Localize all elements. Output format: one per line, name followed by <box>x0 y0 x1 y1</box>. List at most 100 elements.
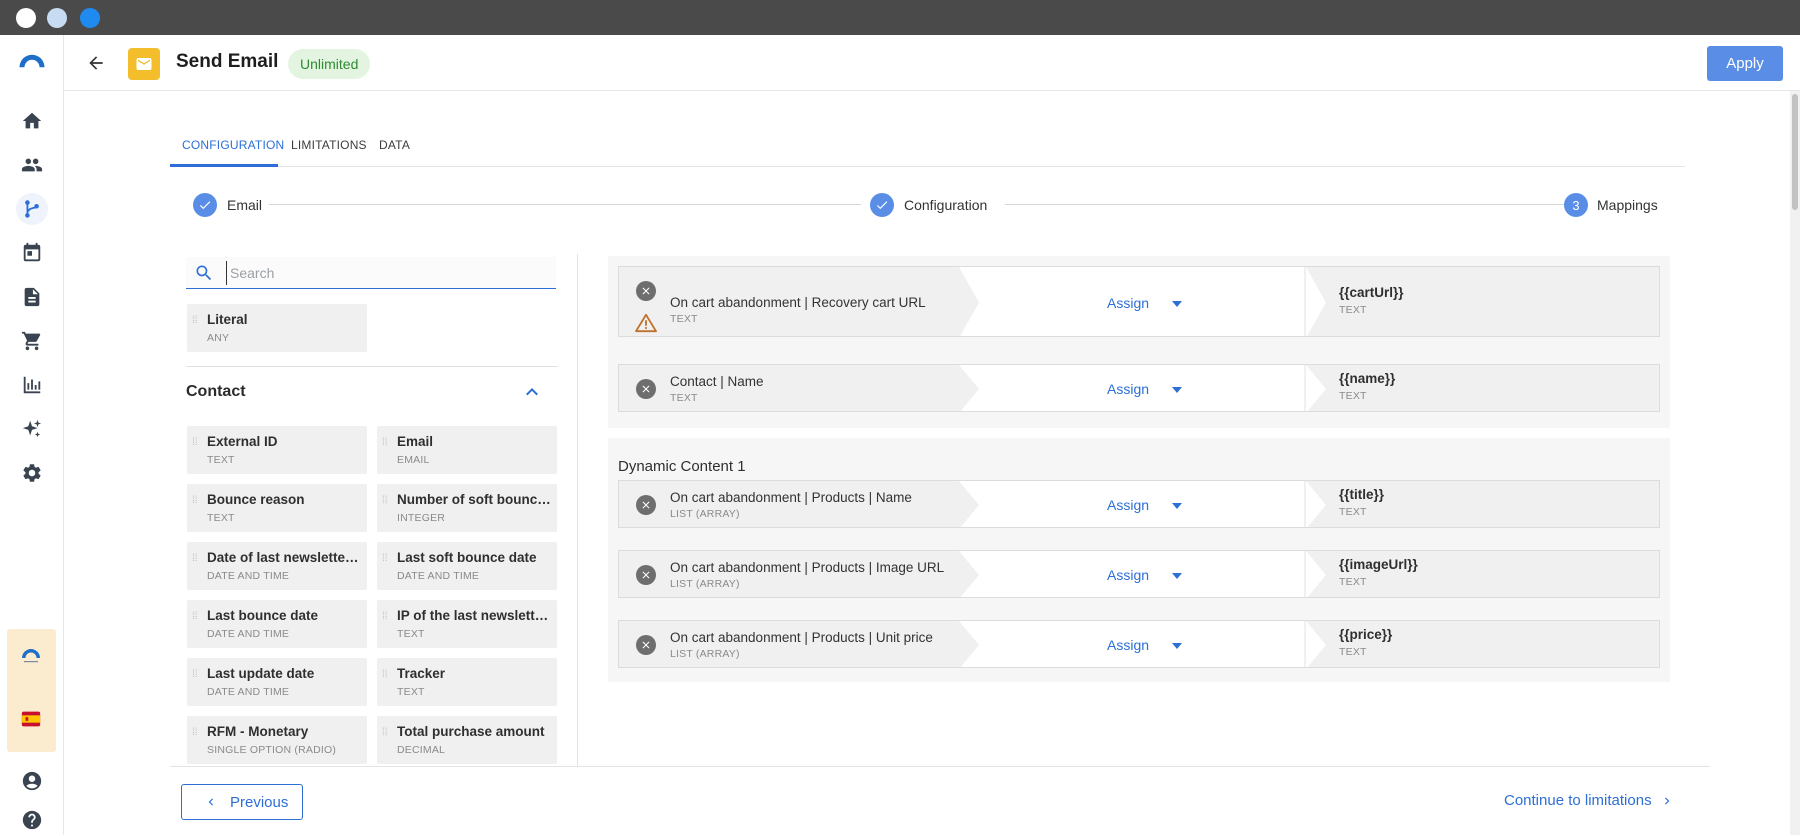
home-icon[interactable] <box>16 105 48 137</box>
drag-handle-icon[interactable]: ⁞⁞ <box>192 438 200 460</box>
contacts-icon[interactable] <box>16 149 48 181</box>
drag-handle-icon[interactable]: ⁞⁞ <box>192 554 200 576</box>
field-type: DECIMAL <box>397 744 446 756</box>
mapping-target-variable: {{title}} <box>1339 487 1385 502</box>
email-envelope-icon <box>128 48 160 80</box>
chevron-up-icon[interactable] <box>520 380 544 404</box>
drag-handle-icon[interactable]: ⁞⁞ <box>192 496 200 518</box>
field-tile[interactable]: ⁞⁞ Email EMAIL <box>377 426 557 474</box>
search-icon <box>196 265 212 281</box>
step-email-check-icon <box>193 193 217 217</box>
profile-icon[interactable] <box>16 765 48 797</box>
field-palette: ⁞⁞ Literal ANY Contact ⁞⁞ External ID TEXT… <box>170 254 578 766</box>
field-tile-literal[interactable]: ⁞⁞ Literal ANY <box>187 304 367 352</box>
field-type: TEXT <box>397 628 425 640</box>
mapping-target-type: TEXT <box>1339 303 1367 316</box>
mapping-source-type: LIST (ARRAY) <box>670 508 740 520</box>
field-tile[interactable]: ⁞⁞ Bounce reason TEXT <box>187 484 367 532</box>
drag-handle-icon[interactable]: ⁞⁞ <box>382 438 390 460</box>
search-field <box>186 257 556 289</box>
field-tile[interactable]: ⁞⁞ Last bounce date DATE AND TIME <box>187 600 367 648</box>
field-tile[interactable]: ⁞⁞ IP of the last newslette… TEXT <box>377 600 557 648</box>
back-arrow-icon[interactable] <box>84 51 108 75</box>
tab-limitations[interactable]: LIMITATIONS <box>291 125 367 167</box>
logo-icon[interactable] <box>16 45 48 77</box>
mapping-source-type: LIST (ARRAY) <box>670 578 740 590</box>
caret-down-icon[interactable] <box>1172 643 1182 649</box>
scrollbar-thumb[interactable] <box>1792 94 1798 210</box>
drag-handle-icon[interactable]: ⁞⁞ <box>192 728 200 750</box>
account-icon[interactable] <box>15 639 47 671</box>
window-minimize-dot[interactable] <box>47 8 67 28</box>
field-name: Last bounce date <box>207 608 319 623</box>
remove-mapping-icon[interactable] <box>636 495 656 515</box>
tab-data[interactable]: DATA <box>379 125 419 167</box>
drag-handle-icon[interactable]: ⁞⁞ <box>382 554 390 576</box>
chevron-divider-icon <box>959 621 979 667</box>
mapping-target-type: TEXT <box>1339 576 1367 588</box>
field-type: EMAIL <box>397 454 430 466</box>
chevron-divider-icon <box>959 365 979 411</box>
continue-to-limitations-link[interactable]: Continue to limitations <box>1504 792 1652 809</box>
drag-handle-icon[interactable]: ⁞⁞ <box>192 612 200 634</box>
field-type: TEXT <box>207 512 235 524</box>
caret-down-icon[interactable] <box>1172 300 1182 307</box>
field-type: DATE AND TIME <box>397 570 480 582</box>
field-tile[interactable]: ⁞⁞ RFM - Monetary SINGLE OPTION (RADIO) <box>187 716 367 764</box>
field-name: Tracker <box>397 666 446 681</box>
field-tile[interactable]: ⁞⁞ Last soft bounce date DATE AND TIME <box>377 542 557 590</box>
caret-down-icon[interactable] <box>1172 503 1182 509</box>
assign-action[interactable]: Assign <box>1107 637 1149 653</box>
gear-icon[interactable] <box>16 457 48 489</box>
drag-handle-icon[interactable]: ⁞⁞ <box>382 496 390 518</box>
chevron-divider-icon <box>959 481 979 527</box>
field-tile[interactable]: ⁞⁞ External ID TEXT <box>187 426 367 474</box>
assign-action[interactable]: Assign <box>1107 295 1149 311</box>
field-tile[interactable]: ⁞⁞ Number of soft bounces INTEGER <box>377 484 557 532</box>
mappings-panel: On cart abandonment | Recovery cart URL T… <box>608 256 1670 686</box>
field-tile[interactable]: ⁞⁞ Last update date DATE AND TIME <box>187 658 367 706</box>
window-maximize-dot[interactable] <box>80 8 100 28</box>
chart-icon[interactable] <box>16 369 48 401</box>
assign-action[interactable]: Assign <box>1107 381 1149 397</box>
drag-handle-icon[interactable]: ⁞⁞ <box>382 612 390 634</box>
previous-label: Previous <box>230 794 289 811</box>
remove-mapping-icon[interactable] <box>636 379 656 399</box>
remove-mapping-icon[interactable] <box>636 281 656 301</box>
field-tile[interactable]: ⁞⁞ Tracker TEXT <box>377 658 557 706</box>
remove-mapping-icon[interactable] <box>636 565 656 585</box>
document-icon[interactable] <box>16 281 48 313</box>
mapping-target-type: TEXT <box>1339 646 1367 658</box>
apply-button[interactable]: Apply <box>1707 46 1783 81</box>
help-icon[interactable] <box>16 804 48 836</box>
assign-action[interactable]: Assign <box>1107 497 1149 513</box>
cart-icon[interactable] <box>16 325 48 357</box>
progress-stepper: Email Configuration 3 Mappings <box>193 192 1658 218</box>
chevron-right-icon[interactable] <box>1660 794 1674 808</box>
caret-down-icon[interactable] <box>1172 387 1182 393</box>
drag-handle-icon[interactable]: ⁞⁞ <box>192 316 200 338</box>
previous-button[interactable]: Previous <box>181 784 303 820</box>
field-name: External ID <box>207 434 278 449</box>
mapping-source-name: On cart abandonment | Products | Unit pr… <box>670 630 933 645</box>
drag-handle-icon[interactable]: ⁞⁞ <box>192 670 200 692</box>
assign-action[interactable]: Assign <box>1107 567 1149 583</box>
mapping-source-name: Contact | Name <box>670 374 764 389</box>
step-configuration-label: Configuration <box>904 197 988 213</box>
drag-handle-icon[interactable]: ⁞⁞ <box>382 670 390 692</box>
sparkle-icon[interactable] <box>16 413 48 445</box>
field-tile[interactable]: ⁞⁞ Date of last newsletter… DATE AND TIME <box>187 542 367 590</box>
account-switcher-card[interactable] <box>7 629 56 752</box>
calendar-icon[interactable] <box>16 237 48 269</box>
tab-configuration[interactable]: CONFIGURATION <box>170 125 284 167</box>
field-name: Email <box>397 434 434 449</box>
search-input[interactable] <box>226 261 546 285</box>
flows-icon[interactable] <box>16 193 48 225</box>
step-configuration-check-icon <box>870 193 894 217</box>
drag-handle-icon[interactable]: ⁞⁞ <box>382 728 390 750</box>
caret-down-icon[interactable] <box>1172 573 1182 579</box>
window-close-dot[interactable] <box>16 8 36 28</box>
remove-mapping-icon[interactable] <box>636 635 656 655</box>
field-tile[interactable]: ⁞⁞ Total purchase amount DECIMAL <box>377 716 557 764</box>
page-scrollbar[interactable] <box>1790 91 1800 835</box>
